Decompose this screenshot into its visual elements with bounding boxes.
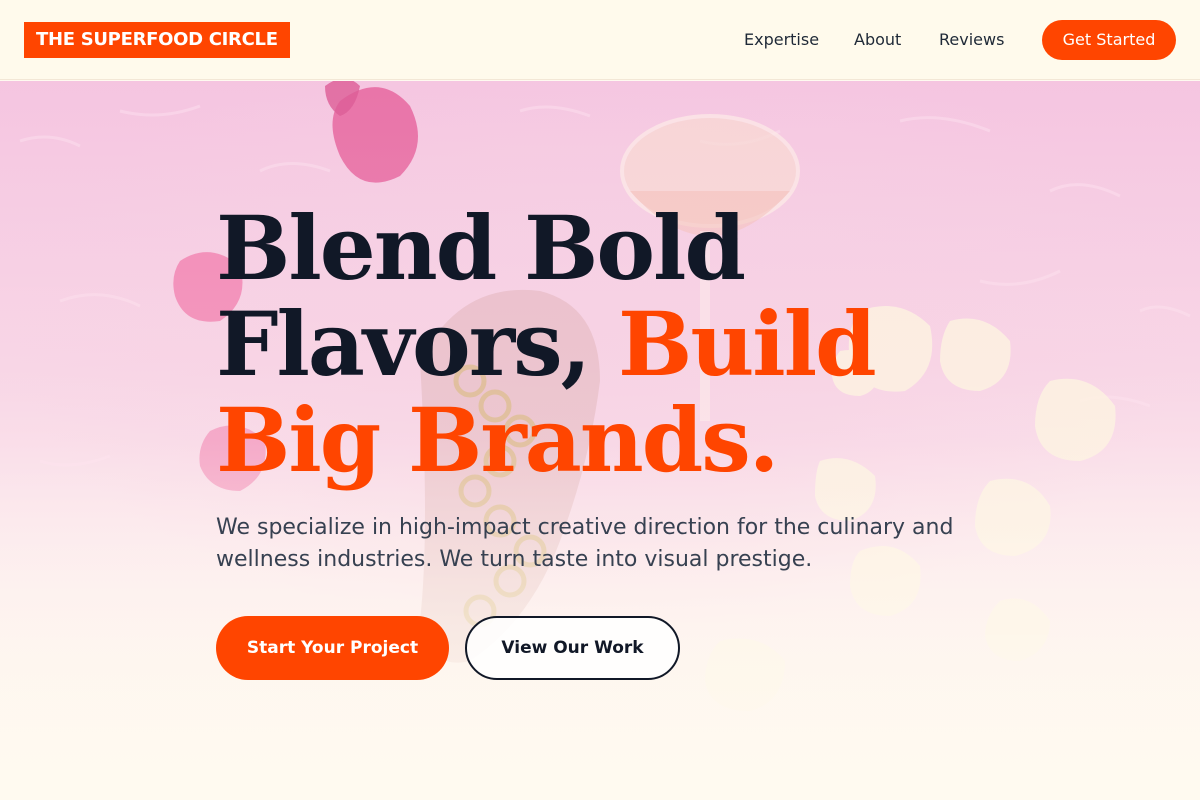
start-project-button[interactable]: Start Your Project	[216, 616, 449, 680]
nav-link-expertise[interactable]: Expertise	[744, 29, 819, 51]
nav-link-about[interactable]: About	[854, 29, 901, 51]
nav-link-reviews[interactable]: Reviews	[939, 29, 1004, 51]
site-header: THE SUPERFOOD CIRCLE Expertise About Rev…	[0, 0, 1200, 80]
get-started-button[interactable]: Get Started	[1042, 20, 1176, 60]
brand-logo[interactable]: THE SUPERFOOD CIRCLE	[24, 22, 290, 58]
hero-subtext: We specialize in high-impact creative di…	[216, 515, 954, 572]
hero-headline: Blend Bold Flavors, Build Big Brands.	[216, 200, 976, 488]
view-work-button[interactable]: View Our Work	[465, 616, 680, 680]
